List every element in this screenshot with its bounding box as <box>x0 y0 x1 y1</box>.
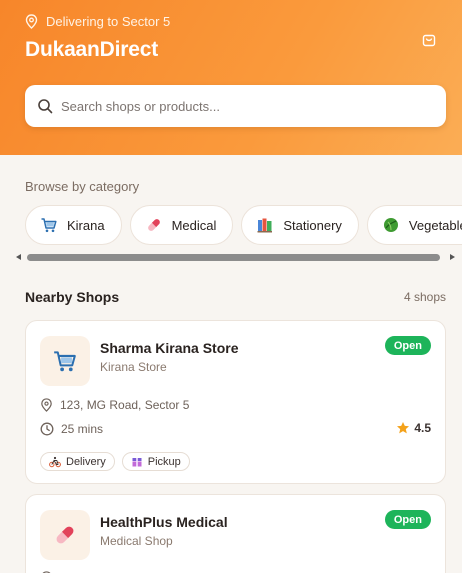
nearby-shop-count: 4 shops <box>403 290 446 304</box>
shop-address: 123, MG Road, Sector 5 <box>40 398 189 412</box>
category-section-label: Browse by category <box>25 179 140 194</box>
app-header: Delivering to Sector 5 DukaanDirect <box>0 0 462 155</box>
shop-rating: 4.5 <box>396 421 431 435</box>
brand-title: DukaanDirect <box>25 38 158 61</box>
shopping-bag-icon[interactable] <box>421 32 437 48</box>
category-chip-medical[interactable]: Medical <box>129 205 234 245</box>
scroll-right-arrow-icon[interactable] <box>450 254 455 260</box>
shop-thumbnail <box>40 510 90 560</box>
category-chip-vegetables[interactable]: Vegetables <box>366 205 462 245</box>
scrollbar-thumb[interactable] <box>27 254 440 261</box>
search-input[interactable] <box>61 98 421 114</box>
delivery-location[interactable]: Delivering to Sector 5 <box>25 14 170 29</box>
category-chip-list[interactable]: Kirana Medical Stationery Vegetabl <box>25 205 462 245</box>
leafy-vegetable-icon <box>383 218 398 232</box>
service-tags: Delivery Pickup <box>40 452 190 471</box>
pill-icon <box>147 219 160 231</box>
shop-card-healthplus-medical[interactable]: HealthPlus Medical Medical Shop Open <box>25 494 446 573</box>
pill-icon <box>56 526 74 544</box>
clock-icon <box>40 422 54 436</box>
search-icon <box>38 99 53 114</box>
cart-icon <box>41 218 57 233</box>
shop-thumbnail <box>40 336 90 386</box>
star-icon <box>397 422 410 434</box>
delivery-time: 25 mins <box>40 422 103 436</box>
shop-name: Sharma Kirana Store <box>100 340 239 356</box>
bicycle-icon <box>49 456 61 467</box>
books-icon <box>257 218 273 233</box>
category-chip-stationery[interactable]: Stationery <box>241 205 359 245</box>
shop-card-sharma-kirana[interactable]: Sharma Kirana Store Kirana Store Open 12… <box>25 320 446 484</box>
shop-type: Medical Shop <box>100 534 173 548</box>
tag-pickup: Pickup <box>121 452 190 471</box>
package-icon <box>132 457 142 466</box>
category-scrollbar[interactable] <box>12 251 462 263</box>
status-badge: Open <box>384 510 431 529</box>
location-pin-icon <box>25 14 38 29</box>
shop-type: Kirana Store <box>100 360 167 374</box>
nearby-section-title: Nearby Shops <box>25 289 120 305</box>
status-badge: Open <box>384 336 431 355</box>
location-text: Delivering to Sector 5 <box>46 14 171 29</box>
shop-name: HealthPlus Medical <box>100 514 228 530</box>
category-chip-kirana[interactable]: Kirana <box>25 205 122 245</box>
cart-icon <box>54 351 76 372</box>
tag-delivery: Delivery <box>40 452 115 471</box>
search-bar[interactable] <box>25 85 446 127</box>
scroll-left-arrow-icon[interactable] <box>16 254 21 260</box>
location-pin-icon <box>41 398 52 412</box>
